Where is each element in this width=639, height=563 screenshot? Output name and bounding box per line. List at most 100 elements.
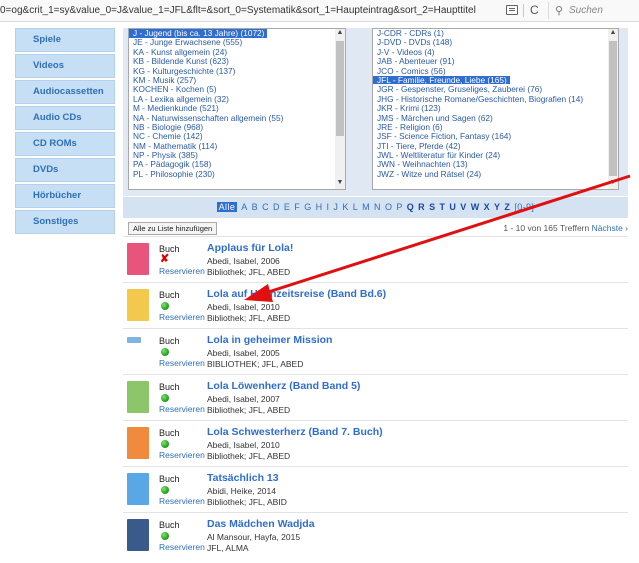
subcategory-option[interactable]: JHG - Historische Romane/Geschichten, Bi…	[373, 95, 618, 104]
result-title-link[interactable]: Applaus für Lola!	[207, 242, 293, 254]
book-cover[interactable]	[127, 427, 149, 459]
letter-filter[interactable]: B	[252, 202, 258, 212]
subcategory-option[interactable]: JCO - Comics (56)	[373, 67, 618, 76]
reserve-link[interactable]: Reservieren	[159, 358, 205, 368]
subcategory-option[interactable]: J-CDR - CDRs (1)	[373, 29, 618, 38]
subcategory-option-selected[interactable]: JFL - Familie, Freunde, Liebe (165)	[373, 76, 510, 85]
reserve-link[interactable]: Reservieren	[159, 312, 205, 322]
reserve-link[interactable]: Reservieren	[159, 404, 205, 414]
scroll-down-icon[interactable]: ▼	[608, 179, 618, 189]
reader-view-icon[interactable]	[506, 5, 518, 15]
letter-filter[interactable]: D	[273, 202, 280, 212]
sidebar-item-dvds[interactable]: DVDs	[15, 158, 115, 182]
category-option-selected[interactable]: J - Jugend (bis ca. 13 Jahre) (1072)	[129, 29, 268, 38]
reload-icon[interactable]: C	[530, 3, 539, 17]
category-option[interactable]: M - Medienkunde (521)	[129, 104, 345, 113]
result-title-link[interactable]: Lola Schwesterherz (Band 7. Buch)	[207, 426, 383, 438]
subcategory-option[interactable]: JRE - Religion (6)	[373, 123, 618, 132]
book-cover[interactable]	[127, 473, 149, 505]
subcategory-scrollbar[interactable]: ▲ ▼	[608, 29, 618, 189]
letter-filter[interactable]: P	[396, 202, 402, 212]
scroll-up-icon[interactable]: ▲	[335, 29, 345, 39]
subcategory-option[interactable]: JKR - Krimi (123)	[373, 104, 618, 113]
letter-filter[interactable]: N	[374, 202, 381, 212]
letter-filter[interactable]: K	[342, 202, 348, 212]
sidebar-item-audio-cds[interactable]: Audio CDs	[15, 106, 115, 130]
category-option[interactable]: KM - Musik (257)	[129, 76, 345, 85]
sidebar-item-sonstiges[interactable]: Sonstiges	[15, 210, 115, 234]
browser-search-box[interactable]: ⚲ Suchen	[548, 2, 639, 19]
subcategory-option[interactable]: J-V - Videos (4)	[373, 48, 618, 57]
subcategory-option[interactable]: JSF - Science Fiction, Fantasy (164)	[373, 132, 618, 141]
category-option[interactable]: LA - Lexika allgemein (32)	[129, 95, 345, 104]
letter-filter[interactable]: E	[284, 202, 290, 212]
category-option[interactable]: JE - Junge Erwachsene (555)	[129, 38, 345, 47]
letter-filter[interactable]: J	[333, 202, 338, 212]
subcategory-option[interactable]: JGR - Gespenster, Gruseliges, Zauberei (…	[373, 85, 618, 94]
next-page-link[interactable]: Nächste	[592, 223, 623, 233]
letter-filter[interactable]: Y	[494, 202, 500, 212]
scroll-up-icon[interactable]: ▲	[608, 29, 618, 39]
result-title-link[interactable]: Tatsächlich 13	[207, 472, 279, 484]
category-option[interactable]: J - Jugend (bis ca. 13 Jahre) (1072)	[129, 29, 345, 38]
book-cover[interactable]	[127, 243, 149, 275]
letter-filter[interactable]: H	[316, 202, 323, 212]
subcategory-option[interactable]: JAB - Abenteuer (91)	[373, 57, 618, 66]
category-option[interactable]: KG - Kulturgeschichte (137)	[129, 67, 345, 76]
letter-filter[interactable]: U	[449, 202, 456, 212]
category-option[interactable]: KB - Bildende Kunst (623)	[129, 57, 345, 66]
category-option[interactable]: NA - Naturwissenschaften allgemein (55)	[129, 114, 345, 123]
letter-filter[interactable]: A	[241, 202, 247, 212]
result-title-link[interactable]: Lola auf Hochzeitsreise (Band Bd.6)	[207, 288, 386, 300]
subcategory-option[interactable]: J-DVD - DVDs (148)	[373, 38, 618, 47]
reserve-link[interactable]: Reservieren	[159, 542, 205, 552]
reserve-link[interactable]: Reservieren	[159, 450, 205, 460]
letter-filter[interactable]: [0-9]	[514, 202, 534, 212]
subcategory-option[interactable]: JWZ - Witze und Rätsel (24)	[373, 170, 618, 179]
sidebar-item-audiocassetten[interactable]: Audiocassetten	[15, 80, 115, 104]
category-option[interactable]: NC - Chemie (142)	[129, 132, 345, 141]
letter-filter[interactable]: G	[304, 202, 311, 212]
letter-filter[interactable]: W	[471, 202, 480, 212]
category-option[interactable]: NP - Physik (385)	[129, 151, 345, 160]
result-title-link[interactable]: Das Mädchen Wadjda	[207, 518, 315, 530]
reserve-link[interactable]: Reservieren	[159, 496, 205, 506]
letter-filter[interactable]: O	[385, 202, 392, 212]
category-listbox[interactable]: J - Jugend (bis ca. 13 Jahre) (1072) JE -…	[128, 28, 346, 190]
category-option[interactable]: KOCHEN - Kochen (5)	[129, 85, 345, 94]
scroll-thumb[interactable]	[336, 41, 344, 136]
scroll-down-icon[interactable]: ▼	[335, 179, 345, 189]
sidebar-item-spiele[interactable]: Spiele	[15, 28, 115, 52]
subcategory-option[interactable]: JWN - Weihnachten (13)	[373, 160, 618, 169]
book-cover[interactable]	[127, 519, 149, 551]
reserve-link[interactable]: Reservieren	[159, 266, 205, 276]
category-option[interactable]: PL - Philosophie (230)	[129, 170, 345, 179]
subcategory-option[interactable]: JWL - Weltliteratur für Kinder (24)	[373, 151, 618, 160]
category-option[interactable]: NM - Mathematik (114)	[129, 142, 345, 151]
result-title-link[interactable]: Lola in geheimer Mission	[207, 334, 332, 346]
sidebar-item-hoerbuecher[interactable]: Hörbücher	[15, 184, 115, 208]
letter-filter[interactable]: X	[484, 202, 490, 212]
category-scrollbar[interactable]: ▲ ▼	[335, 29, 345, 189]
letter-filter[interactable]: Q	[407, 202, 414, 212]
subcategory-option[interactable]: JMS - Märchen und Sagen (62)	[373, 114, 618, 123]
letter-filter[interactable]: L	[353, 202, 358, 212]
letter-filter[interactable]: R	[418, 202, 425, 212]
category-option[interactable]: KA - Kunst allgemein (24)	[129, 48, 345, 57]
letter-filter[interactable]: V	[460, 202, 466, 212]
letter-filter[interactable]: C	[262, 202, 269, 212]
letter-filter[interactable]: S	[429, 202, 435, 212]
letter-filter[interactable]: T	[439, 202, 445, 212]
sidebar-item-cd-roms[interactable]: CD ROMs	[15, 132, 115, 156]
subcategory-option[interactable]: JTI - Tiere, Pferde (42)	[373, 142, 618, 151]
scroll-thumb[interactable]	[609, 41, 617, 176]
letter-filter[interactable]: M	[362, 202, 370, 212]
category-option[interactable]: NB - Biologie (968)	[129, 123, 345, 132]
book-cover[interactable]	[127, 337, 141, 343]
category-option[interactable]: PA - Pädagogik (158)	[129, 160, 345, 169]
letter-filter[interactable]: I	[327, 202, 330, 212]
result-title-link[interactable]: Lola Löwenherz (Band Band 5)	[207, 380, 360, 392]
sidebar-item-videos[interactable]: Videos	[15, 54, 115, 78]
letter-filter[interactable]: F	[294, 202, 300, 212]
book-cover[interactable]	[127, 289, 149, 321]
